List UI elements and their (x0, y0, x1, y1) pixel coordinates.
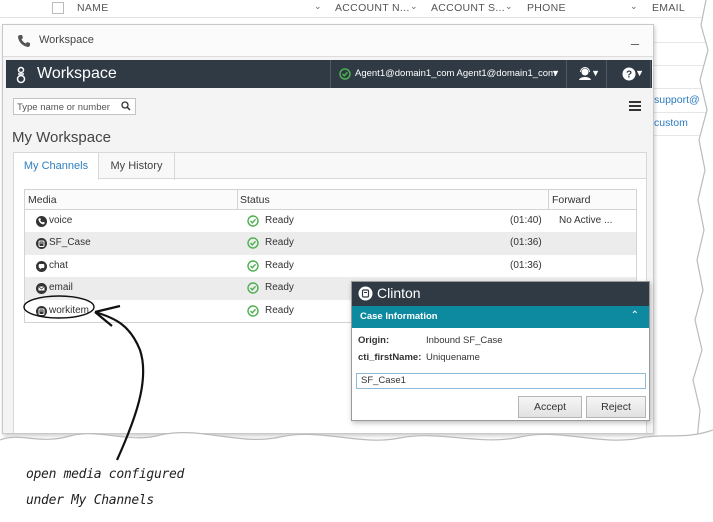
column-header-name[interactable]: NAME (77, 2, 109, 14)
help-icon: ? (622, 67, 636, 81)
interaction-toast: Clinton Case Information ⌃ Origin: Inbou… (351, 281, 650, 421)
callout-text: under My Channels (26, 493, 154, 508)
tab-my-channels[interactable]: My Channels (14, 153, 99, 180)
column-header-media[interactable]: Media (28, 194, 57, 206)
background-list-header: NAME ⌄ ACCOUNT N... ⌄ ACCOUNT S... ⌄ PHO… (0, 0, 713, 18)
caret-down-icon: ▼ (551, 68, 560, 78)
help-menu-button[interactable]: ? ▼ (613, 60, 651, 88)
field-label: Origin: (358, 335, 390, 346)
workspace-toolbar: Workspace Agent1@domain1_com Agent1@doma… (6, 60, 652, 88)
ready-status-icon (247, 237, 259, 250)
table-header: Media Status Forward (25, 190, 636, 210)
status-duration: (01:36) (510, 259, 542, 271)
select-all-checkbox[interactable] (52, 2, 64, 14)
svg-text:?: ? (626, 70, 632, 81)
status-text: Ready (265, 282, 294, 294)
workitem-icon (36, 305, 47, 317)
column-header-forward[interactable]: Forward (552, 194, 591, 206)
column-header-phone[interactable]: PHONE (527, 2, 566, 14)
contact-name: Clinton (377, 285, 421, 301)
brand-title: Workspace (37, 65, 117, 82)
ready-status-icon (247, 282, 259, 294)
tab-my-history[interactable]: My History (99, 153, 175, 180)
caret-down-icon: ▼ (591, 68, 600, 78)
search-input[interactable] (14, 100, 114, 114)
ready-status-icon (339, 68, 351, 80)
status-duration: (01:36) (510, 237, 542, 249)
email-link[interactable]: support@ (654, 94, 713, 106)
ready-status-icon (247, 215, 259, 227)
table-row[interactable]: SF_Case Ready (01:36) (25, 232, 636, 255)
divider (237, 190, 238, 210)
phone-icon (36, 216, 47, 227)
caret-down-icon: ▼ (635, 68, 644, 78)
chevron-down-icon[interactable]: ⌄ (505, 1, 513, 12)
window-title-bar: Workspace _ (3, 25, 653, 57)
media-name: workitem (49, 304, 90, 316)
status-text: Ready (265, 237, 294, 249)
tab-bar: My Channels My History (14, 153, 646, 180)
divider (650, 42, 713, 43)
ready-status-icon (247, 304, 259, 317)
status-duration: (01:40) (510, 215, 542, 226)
field-value: Uniquename (426, 352, 480, 363)
agent-avatar-icon (579, 67, 591, 80)
accept-button[interactable]: Accept (518, 396, 582, 418)
status-text: Ready (265, 304, 294, 316)
email-link[interactable]: custom (654, 117, 713, 129)
table-row[interactable]: voice Ready (01:40) No Active ... (25, 210, 636, 232)
media-name: email (49, 282, 73, 294)
chevron-down-icon[interactable]: ⌄ (410, 1, 418, 12)
hamburger-menu-icon[interactable] (629, 100, 641, 112)
status-text: Ready (265, 259, 294, 271)
search-icon[interactable] (121, 101, 131, 111)
case-id-field[interactable]: SF_Case1 (356, 373, 646, 389)
divider (650, 88, 713, 89)
media-name: SF_Case (49, 237, 91, 249)
minimize-button[interactable]: _ (627, 29, 643, 45)
page-title: My Workspace (12, 129, 111, 146)
field-label: cti_firstName: (358, 352, 422, 363)
divider (548, 190, 549, 210)
support-menu-button[interactable]: ▼ (569, 60, 607, 88)
media-name: chat (49, 259, 68, 271)
email-icon (36, 283, 47, 295)
chevron-down-icon[interactable]: ⌄ (630, 1, 638, 12)
status-text: Ready (265, 215, 294, 226)
callout-text: open media configured (26, 467, 185, 482)
table-row[interactable]: chat Ready (01:36) (25, 255, 636, 277)
case-information-header[interactable]: Case Information ⌃ (352, 306, 649, 328)
genesys-logo-icon (16, 66, 26, 84)
agent-status-dropdown[interactable]: Agent1@domain1_com Agent1@domain1_com ▼ (330, 60, 567, 88)
chevron-down-icon[interactable]: ⌄ (314, 1, 322, 12)
window-title: Workspace (39, 34, 94, 46)
media-name: voice (49, 215, 73, 226)
ready-status-icon (247, 260, 259, 272)
toast-header: Clinton (352, 282, 649, 306)
divider (650, 65, 713, 66)
section-title: Case Information (360, 311, 438, 322)
divider (650, 112, 713, 113)
column-header-email[interactable]: EMAIL (652, 2, 685, 14)
chat-icon (36, 260, 47, 272)
phone-icon (18, 35, 30, 47)
search-box[interactable] (13, 98, 136, 115)
chevron-up-icon[interactable]: ⌃ (631, 310, 639, 321)
column-header-status[interactable]: Status (240, 194, 270, 206)
field-value: Inbound SF_Case (426, 335, 503, 346)
column-header-account-site[interactable]: ACCOUNT S... (431, 2, 505, 14)
case-icon (36, 238, 47, 250)
divider (650, 135, 713, 136)
reject-button[interactable]: Reject (586, 396, 646, 418)
column-header-account-name[interactable]: ACCOUNT N... (335, 2, 410, 14)
forward-value: No Active ... (559, 215, 613, 226)
agent-label: Agent1@domain1_com Agent1@domain1_com (355, 68, 556, 79)
case-icon (358, 286, 373, 301)
